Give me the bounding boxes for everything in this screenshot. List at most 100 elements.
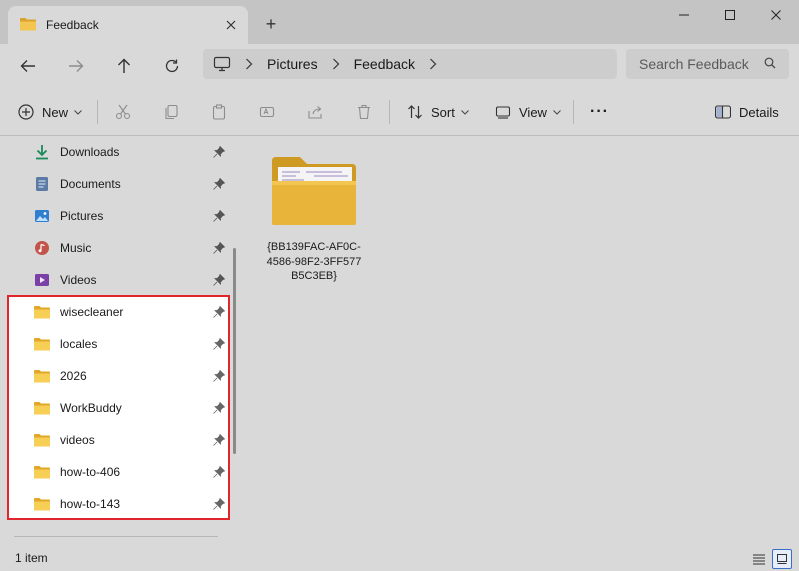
music-icon — [34, 240, 50, 256]
folder-item-name[interactable]: {BB139FAC-AF0C-4586-98F2-3FF577B5C3EB} — [265, 240, 363, 284]
sidebar-item-label: Pictures — [60, 209, 104, 223]
sidebar-item-music[interactable]: Music — [30, 234, 228, 262]
sidebar-item-label: how-to-143 — [60, 497, 121, 511]
sidebar-item-label: how-to-406 — [60, 465, 121, 479]
sort-icon — [407, 104, 423, 120]
pin-icon — [212, 369, 226, 383]
chevron-down-icon — [553, 109, 561, 115]
item-count: 1 item — [15, 551, 48, 565]
rename-icon — [259, 104, 275, 120]
breadcrumb-pictures[interactable]: Pictures — [267, 56, 318, 72]
sort-label: Sort — [431, 104, 455, 120]
back-button[interactable] — [12, 52, 44, 80]
pin-icon — [212, 177, 226, 191]
pin-icon — [212, 305, 226, 319]
search-placeholder: Search Feedback — [639, 56, 749, 72]
minimize-button[interactable] — [661, 0, 707, 30]
documents-icon — [34, 176, 50, 192]
large-icons-view-icon[interactable] — [772, 549, 792, 569]
toolbar-divider — [389, 100, 390, 124]
close-window-button[interactable] — [753, 0, 799, 30]
sidebar-item-videos-folder[interactable]: videos — [30, 426, 228, 454]
sidebar-item-locales[interactable]: locales — [30, 330, 228, 358]
pin-icon — [212, 433, 226, 447]
pin-icon — [212, 145, 226, 159]
sidebar-item-workbuddy[interactable]: WorkBuddy — [30, 394, 228, 422]
pin-icon — [212, 401, 226, 415]
search-icon — [764, 57, 776, 72]
pin-icon — [212, 337, 226, 351]
maximize-button[interactable] — [707, 0, 753, 30]
this-pc-icon[interactable] — [213, 56, 231, 72]
sidebar-item-label: WorkBuddy — [60, 401, 122, 415]
trash-icon — [356, 104, 372, 120]
sidebar-item-documents[interactable]: Documents — [30, 170, 228, 198]
command-bar: New Sort View ··· Details — [0, 88, 799, 136]
pin-icon — [212, 497, 226, 511]
cut-button[interactable] — [115, 99, 131, 125]
sidebar-item-label: locales — [60, 337, 98, 351]
title-bar: Feedback + — [0, 0, 799, 44]
sidebar-item-how-to-143[interactable]: how-to-143 — [30, 490, 228, 518]
folder-icon — [34, 368, 50, 384]
new-tab-button[interactable]: + — [259, 12, 283, 36]
videos-icon — [34, 272, 50, 288]
view-button[interactable]: View — [495, 99, 561, 125]
copy-button[interactable] — [163, 99, 179, 125]
sidebar-item-pictures[interactable]: Pictures — [30, 202, 228, 230]
sidebar-item-label: 2026 — [60, 369, 87, 383]
folder-icon — [34, 432, 50, 448]
pin-icon — [212, 241, 226, 255]
sidebar-item-label: wisecleaner — [60, 305, 124, 319]
tab-feedback[interactable]: Feedback — [8, 6, 248, 44]
share-button[interactable] — [307, 99, 323, 125]
more-options-button[interactable]: ··· — [590, 99, 609, 125]
new-label: New — [42, 104, 69, 120]
folder-icon — [34, 336, 50, 352]
details-view-icon[interactable] — [749, 549, 769, 569]
chevron-down-icon — [460, 109, 469, 115]
rename-button[interactable] — [259, 99, 275, 125]
close-tab-icon[interactable] — [220, 14, 242, 36]
details-button[interactable]: Details — [715, 99, 779, 125]
details-label: Details — [739, 104, 779, 120]
forward-button[interactable] — [60, 52, 92, 80]
chevron-right-icon[interactable] — [332, 58, 340, 70]
pictures-icon — [34, 208, 50, 224]
folder-icon — [20, 17, 36, 34]
tab-title: Feedback — [46, 18, 99, 32]
share-icon — [307, 104, 323, 120]
sidebar-item-2026[interactable]: 2026 — [30, 362, 228, 390]
view-icon — [495, 104, 511, 120]
new-button[interactable]: New — [18, 99, 82, 125]
folder-icon — [34, 400, 50, 416]
search-input[interactable]: Search Feedback — [626, 49, 789, 79]
chevron-right-icon[interactable] — [429, 58, 437, 70]
up-button[interactable] — [108, 52, 140, 80]
folder-icon — [34, 304, 50, 320]
sidebar-item-how-to-406[interactable]: how-to-406 — [30, 458, 228, 486]
folder-icon — [270, 155, 358, 230]
navigation-bar: Pictures Feedback Search Feedback — [0, 44, 799, 88]
chevron-right-icon[interactable] — [245, 58, 253, 70]
sidebar-divider — [14, 536, 218, 537]
address-bar[interactable]: Pictures Feedback — [203, 49, 617, 79]
refresh-button[interactable] — [156, 52, 188, 80]
paste-button[interactable] — [211, 99, 227, 125]
status-bar: 1 item — [0, 547, 799, 571]
sidebar-item-label: Videos — [60, 273, 97, 287]
sidebar-item-downloads[interactable]: Downloads — [30, 138, 228, 166]
sidebar-scrollbar[interactable] — [233, 248, 236, 454]
sidebar-item-wisecleaner[interactable]: wisecleaner — [30, 298, 228, 326]
folder-icon — [34, 464, 50, 480]
scissors-icon — [115, 104, 131, 120]
delete-button[interactable] — [356, 99, 372, 125]
view-label: View — [519, 104, 547, 120]
breadcrumb-feedback[interactable]: Feedback — [354, 56, 415, 72]
sort-button[interactable]: Sort — [407, 99, 469, 125]
pin-icon — [212, 273, 226, 287]
copy-icon — [163, 104, 179, 120]
sidebar-item-videos[interactable]: Videos — [30, 266, 228, 294]
downloads-icon — [34, 144, 50, 160]
folder-icon — [34, 496, 50, 512]
